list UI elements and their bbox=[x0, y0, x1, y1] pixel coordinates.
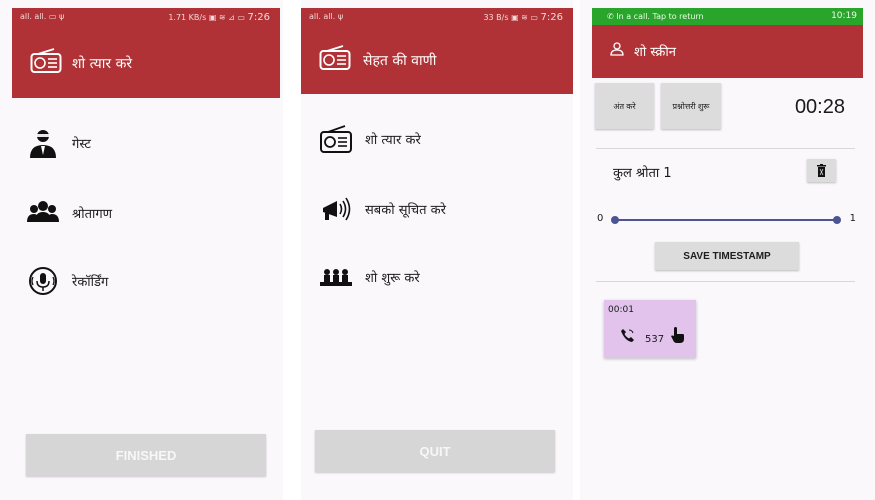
divider bbox=[596, 281, 855, 282]
delete-icon bbox=[817, 164, 826, 177]
listener-count: कुल श्रोता 1 bbox=[613, 166, 672, 181]
menu-label: रेकॉर्डिंग bbox=[72, 275, 109, 290]
status-time: 7:26 bbox=[540, 12, 563, 23]
app-bar: शो स्क्रीन bbox=[592, 25, 863, 78]
audience-show-icon bbox=[320, 269, 352, 286]
radio-icon bbox=[319, 45, 351, 70]
microphone-icon bbox=[29, 267, 57, 295]
radio-icon bbox=[30, 48, 62, 73]
status-right: 1.71 KB/s ▣ ≋ ⊿ ▭ bbox=[168, 13, 248, 22]
screen-show-setup: all. all. ▭ ψ 1.71 KB/s ▣ ≋ ⊿ ▭ 7:26 शो … bbox=[0, 0, 292, 500]
menu-label: शो शुरू करे bbox=[365, 271, 420, 286]
slider-min-label: 0 bbox=[597, 213, 604, 224]
page-title: सेहत की वाणी bbox=[363, 53, 437, 69]
start-quiz-button[interactable]: प्रश्नोत्तरी शुरू bbox=[661, 83, 721, 129]
screen-home: all. all. ψ 33 B/s ▣ ≋ ▭ 7:26 सेहत की वा… bbox=[301, 0, 573, 500]
megaphone-icon bbox=[323, 197, 351, 221]
call-banner-text: In a call. Tap to return bbox=[616, 12, 704, 21]
menu-item-notify-all[interactable]: सबको सूचित करे bbox=[313, 190, 563, 230]
menu-item-recording[interactable]: रेकॉर्डिंग bbox=[20, 262, 270, 302]
page-title: शो त्यार करे bbox=[72, 56, 133, 72]
listener-slider[interactable] bbox=[611, 215, 841, 225]
slider-max-label: 1 bbox=[849, 213, 856, 224]
app-bar: शो त्यार करे bbox=[12, 26, 280, 98]
end-button[interactable]: अंत करे bbox=[595, 83, 654, 129]
quit-button[interactable]: QUIT bbox=[315, 430, 555, 472]
status-bar: all. all. ▭ ψ 1.71 KB/s ▣ ≋ ⊿ ▭ 7:26 bbox=[12, 8, 280, 26]
slider-thumb-start bbox=[611, 216, 619, 224]
menu-label: शो त्यार करे bbox=[365, 133, 421, 148]
menu-label: श्रोतागण bbox=[72, 207, 113, 222]
audience-group-icon bbox=[27, 201, 59, 222]
status-bar: all. all. ψ 33 B/s ▣ ≋ ▭ 7:26 bbox=[301, 8, 573, 26]
page-title: शो स्क्रीन bbox=[634, 45, 676, 60]
status-left: all. all. ▭ ψ bbox=[20, 12, 65, 21]
save-timestamp-button[interactable]: SAVE TIMESTAMP bbox=[655, 242, 799, 270]
show-timer: 00:28 bbox=[794, 96, 845, 118]
call-banner[interactable]: ✆ In a call. Tap to return 10:19 bbox=[592, 8, 863, 25]
guest-person-icon bbox=[30, 130, 56, 158]
status-left: all. all. ψ bbox=[309, 12, 344, 21]
slider-thumb[interactable] bbox=[833, 216, 841, 224]
status-right: 33 B/s ▣ ≋ ▭ bbox=[483, 13, 541, 22]
menu-item-show-setup[interactable]: शो त्यार करे bbox=[313, 120, 563, 160]
phone-call-icon: ✆ bbox=[607, 12, 617, 21]
hand-pointer-icon bbox=[671, 327, 684, 343]
phone-call-icon bbox=[621, 329, 634, 342]
status-time: 7:26 bbox=[247, 12, 270, 23]
delete-button[interactable] bbox=[807, 159, 836, 182]
app-bar: सेहत की वाणी bbox=[301, 26, 573, 94]
menu-label: गेस्ट bbox=[72, 137, 91, 152]
card-time: 00:01 bbox=[608, 305, 634, 315]
menu-label: सबको सूचित करे bbox=[365, 203, 446, 218]
menu-item-guest[interactable]: गेस्ट bbox=[20, 124, 270, 164]
slider-track bbox=[615, 219, 837, 221]
menu-item-start-show[interactable]: शो शुरू करे bbox=[313, 258, 563, 298]
screen-show-live: ✆ In a call. Tap to return 10:19 शो स्क्… bbox=[580, 0, 875, 500]
card-number: 537 bbox=[645, 334, 665, 345]
radio-icon bbox=[320, 125, 352, 153]
person-icon bbox=[610, 42, 624, 56]
separator bbox=[283, 0, 292, 500]
finished-button[interactable]: FINISHED bbox=[26, 434, 266, 476]
timestamp-card[interactable]: 00:01 537 bbox=[604, 300, 696, 358]
status-time: 10:19 bbox=[831, 11, 857, 21]
divider bbox=[596, 148, 855, 149]
menu-item-audience[interactable]: श्रोतागण bbox=[20, 194, 270, 234]
